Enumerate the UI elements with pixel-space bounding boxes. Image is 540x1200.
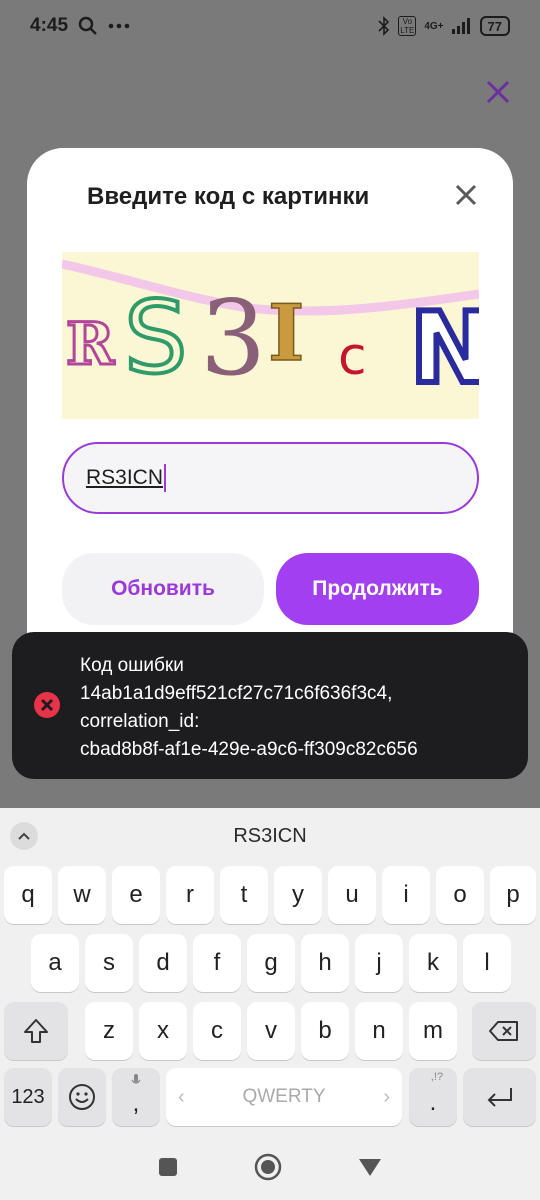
key-u[interactable]: u <box>328 866 376 924</box>
comma-key[interactable]: , <box>112 1068 160 1126</box>
captcha-letter-5: c <box>338 327 367 387</box>
key-d[interactable]: d <box>139 934 187 992</box>
suggestion-word[interactable]: RS3ICN <box>0 825 540 848</box>
volte-label: Vo LTE <box>398 16 417 36</box>
captcha-code-input[interactable]: RS3ICN <box>62 442 479 514</box>
key-t[interactable]: t <box>220 866 268 924</box>
captcha-modal: Введите код с картинки R S 3 I c N RS3IC… <box>27 148 513 668</box>
chevron-up-icon[interactable] <box>10 822 38 850</box>
key-r[interactable]: r <box>166 866 214 924</box>
shift-key[interactable] <box>4 1002 68 1060</box>
emoji-icon <box>69 1084 95 1110</box>
error-line-1: Код ошибки <box>80 655 184 676</box>
captcha-letter-3: 3 <box>200 277 266 399</box>
key-n[interactable]: n <box>355 1002 403 1060</box>
key-f[interactable]: f <box>193 934 241 992</box>
network-label: 4G+ <box>424 20 444 32</box>
error-icon <box>34 692 60 718</box>
square-icon <box>159 1157 177 1176</box>
triangle-down-icon <box>359 1158 381 1176</box>
continue-button[interactable]: Продолжить <box>276 553 479 625</box>
chevron-left-icon: ‹ <box>178 1085 185 1108</box>
key-i[interactable]: i <box>382 866 430 924</box>
key-p[interactable]: p <box>490 866 536 924</box>
key-l[interactable]: l <box>463 934 511 992</box>
back-button[interactable] <box>358 1157 382 1182</box>
key-v[interactable]: v <box>247 1002 295 1060</box>
numbers-key[interactable]: 123 <box>4 1068 52 1126</box>
background-close-icon[interactable] <box>482 76 514 108</box>
key-k[interactable]: k <box>409 934 457 992</box>
key-m[interactable]: m <box>409 1002 457 1060</box>
refresh-button[interactable]: Обновить <box>62 553 264 625</box>
recents-button[interactable] <box>158 1157 178 1182</box>
mic-icon <box>131 1074 141 1084</box>
key-s[interactable]: s <box>85 934 133 992</box>
captcha-letter-4: I <box>268 288 305 379</box>
error-line-3: correlation_id: <box>80 711 200 732</box>
period-hint: ,!? <box>430 1071 443 1083</box>
search-icon <box>78 16 97 35</box>
key-g[interactable]: g <box>247 934 295 992</box>
key-q[interactable]: q <box>4 866 52 924</box>
bluetooth-icon <box>378 16 390 36</box>
status-time: 4:45 <box>30 15 69 36</box>
modal-title: Введите код с картинки <box>87 183 370 210</box>
space-label: QWERTY <box>242 1086 326 1107</box>
captcha-letter-6: N <box>410 292 479 406</box>
shift-icon <box>24 1019 48 1043</box>
key-b[interactable]: b <box>301 1002 349 1060</box>
backspace-key[interactable] <box>472 1002 536 1060</box>
space-key[interactable]: ‹ QWERTY › <box>166 1068 402 1126</box>
key-x[interactable]: x <box>139 1002 187 1060</box>
status-bar: 4:45 Vo LTE 4G+ 77 <box>0 0 540 52</box>
period-key[interactable]: ,!? . <box>409 1068 457 1126</box>
key-j[interactable]: j <box>355 934 403 992</box>
battery-icon: 77 <box>479 16 510 36</box>
key-o[interactable]: o <box>436 866 484 924</box>
captcha-letter-1: R <box>66 310 115 378</box>
emoji-key[interactable] <box>58 1068 106 1126</box>
modal-close-icon[interactable] <box>449 178 483 212</box>
text-caret <box>164 464 167 492</box>
more-icon <box>108 23 130 29</box>
key-z[interactable]: z <box>85 1002 133 1060</box>
key-a[interactable]: a <box>31 934 79 992</box>
battery-level: 77 <box>487 18 502 34</box>
error-line-2: 14ab1a1d9eff521cf27c71c6f636f3c4, <box>80 683 393 704</box>
enter-icon <box>487 1088 512 1107</box>
key-y[interactable]: y <box>274 866 322 924</box>
keyboard: RS3ICN q w e r t y u i o p a s d f g h j… <box>0 808 540 1138</box>
key-h[interactable]: h <box>301 934 349 992</box>
error-toast: Код ошибки 14ab1a1d9eff521cf27c71c6f636f… <box>12 632 528 779</box>
chevron-right-icon: › <box>383 1085 390 1108</box>
period-label: . <box>429 1089 437 1116</box>
circle-icon <box>254 1153 282 1180</box>
captcha-image: R S 3 I c N <box>62 252 479 419</box>
captcha-letter-2: S <box>124 279 187 396</box>
key-c[interactable]: c <box>193 1002 241 1060</box>
signal-icon <box>451 18 470 34</box>
error-message: Код ошибки 14ab1a1d9eff521cf27c71c6f636f… <box>80 652 508 764</box>
comma-label: , <box>132 1090 140 1117</box>
enter-key[interactable] <box>463 1068 536 1126</box>
captcha-input-value: RS3ICN <box>86 466 164 489</box>
key-e[interactable]: e <box>112 866 160 924</box>
error-line-4: cbad8b8f-af1e-429e-a9c6-ff309c82c656 <box>80 739 418 760</box>
navigation-bar <box>0 1138 540 1200</box>
suggestion-bar: RS3ICN <box>0 808 540 864</box>
key-w[interactable]: w <box>58 866 106 924</box>
backspace-icon <box>489 1021 518 1041</box>
home-button[interactable] <box>254 1153 282 1186</box>
